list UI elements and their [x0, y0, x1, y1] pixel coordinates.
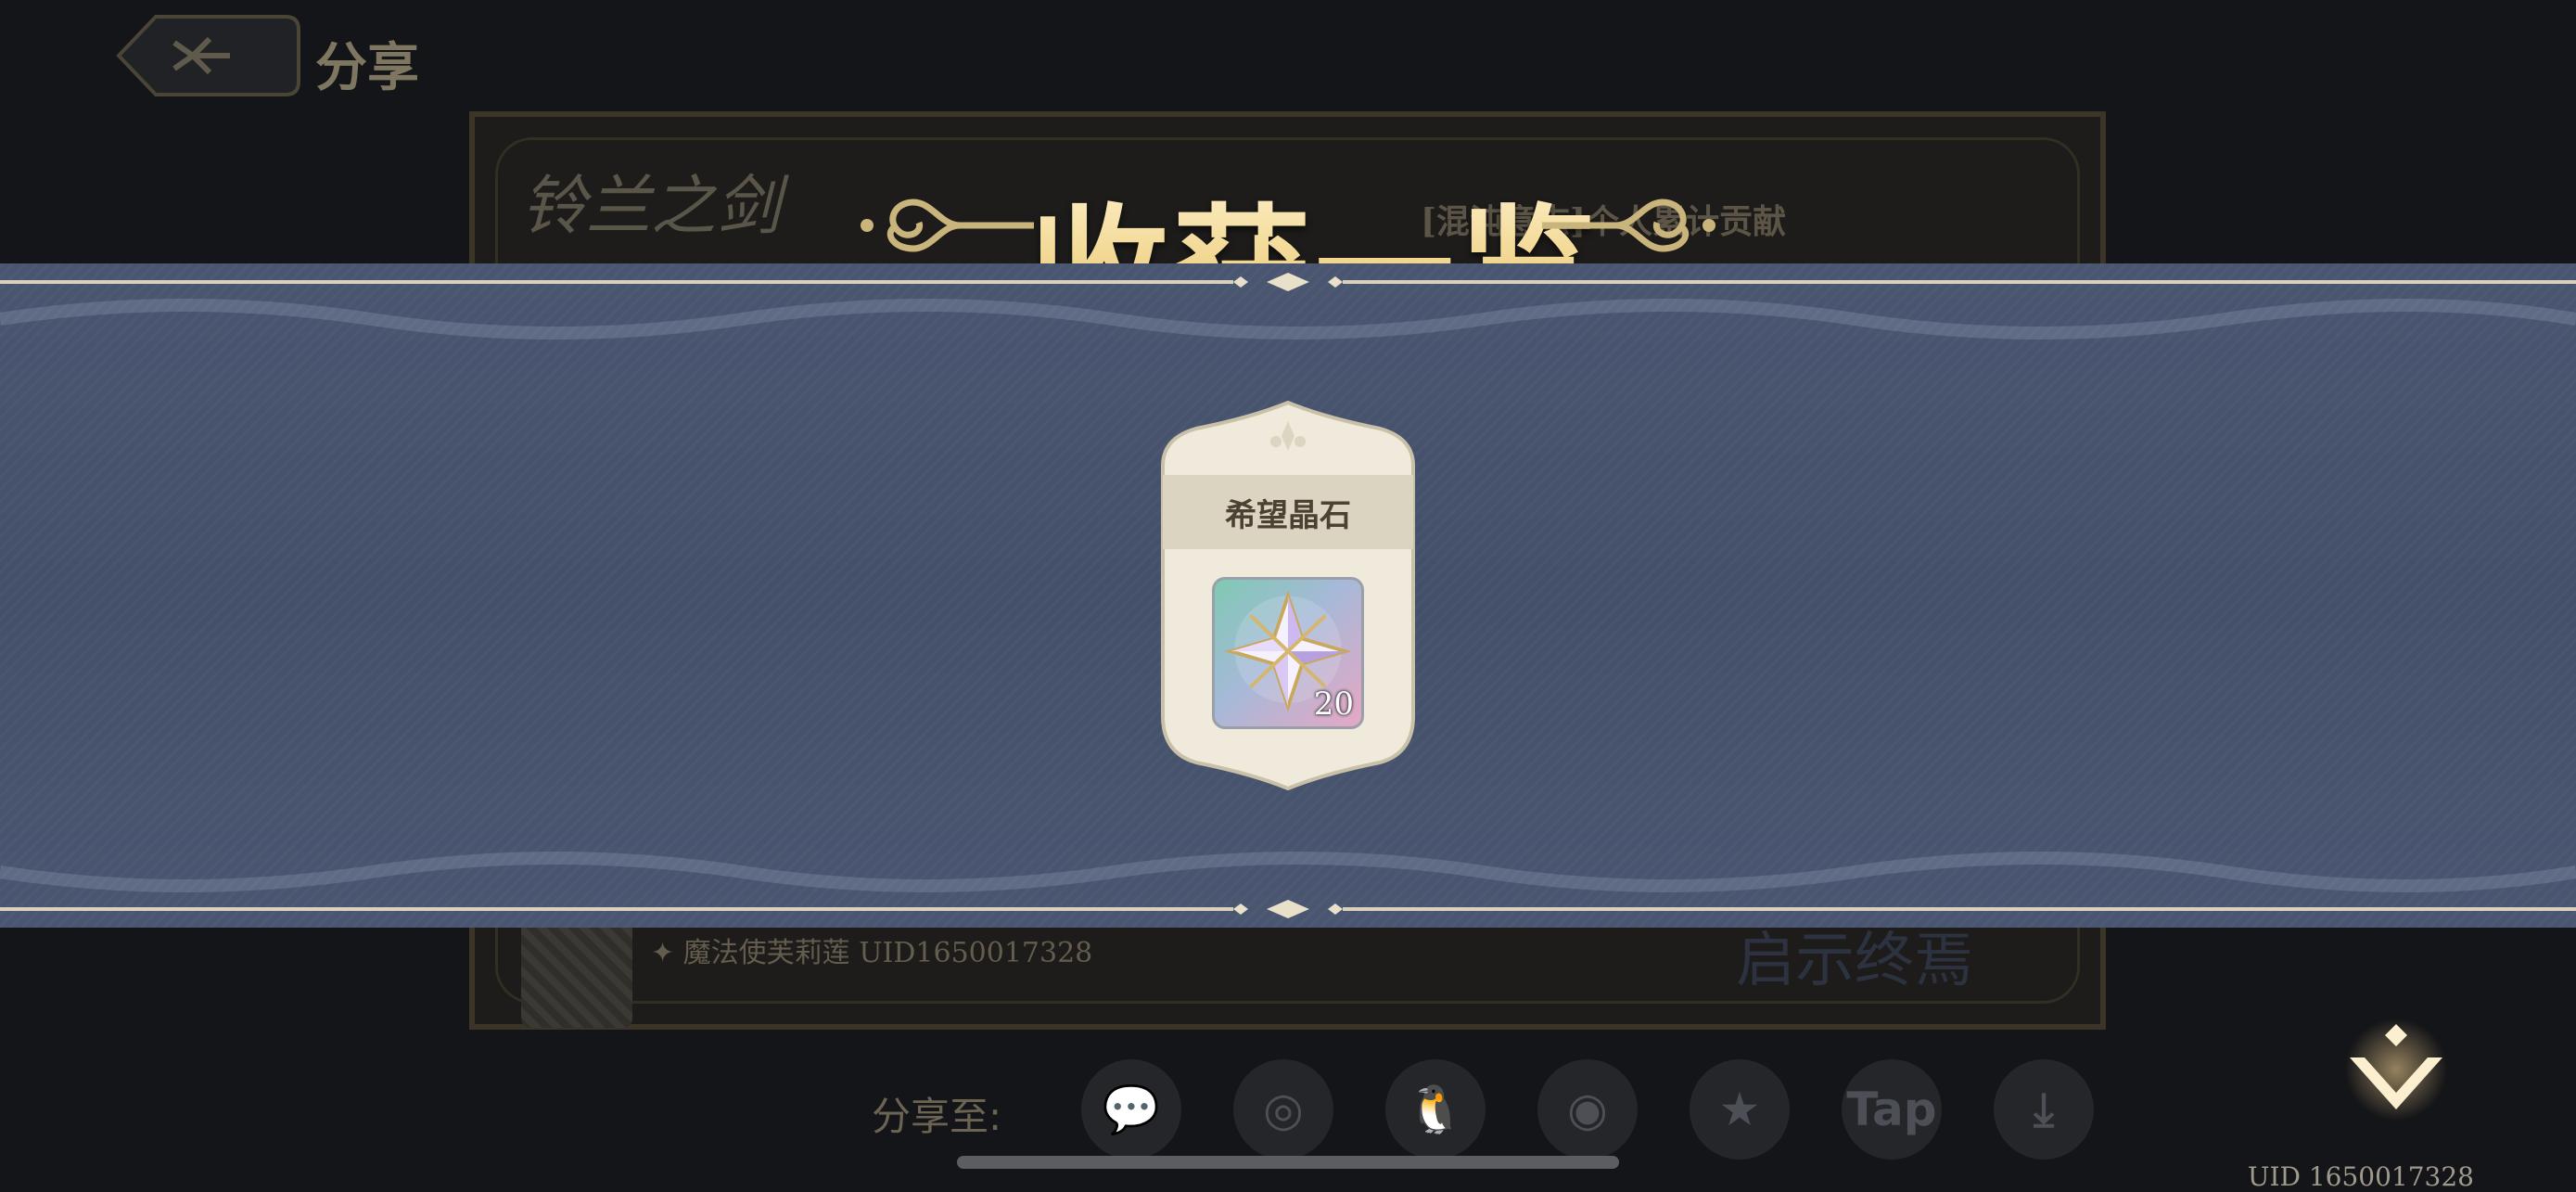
taptap-icon[interactable]: Tap	[1842, 1059, 1942, 1160]
share-targets: 💬 ◎ 🐧 ◉ ★ Tap ⤓	[1081, 1059, 2094, 1160]
item-name-bar: 希望晶石	[1163, 475, 1413, 549]
banner-bottom-ornament	[0, 852, 2576, 918]
uid-footer: UID 1650017328	[2247, 1161, 2474, 1192]
moments-icon[interactable]: ◎	[1233, 1059, 1333, 1160]
qzone-icon[interactable]: ★	[1690, 1059, 1790, 1160]
author-line: ✦ 魔法使芙莉莲 UID1650017328	[651, 937, 1093, 969]
right-flourish-icon	[1542, 199, 1715, 252]
download-icon[interactable]: ⤓	[1994, 1059, 2094, 1160]
banner-top-ornament	[0, 273, 2576, 340]
reward-item-card[interactable]: 希望晶石 20	[1159, 401, 1417, 790]
left-flourish-icon	[861, 199, 1034, 252]
chevron-down-icon	[2345, 1019, 2447, 1121]
hope-crystal-icon: 20	[1212, 577, 1364, 729]
qq-icon[interactable]: 🐧	[1385, 1059, 1486, 1160]
home-indicator	[957, 1156, 1619, 1169]
qr-code	[521, 916, 632, 1028]
item-name: 希望晶石	[1225, 496, 1351, 534]
item-quantity: 20	[1313, 686, 1354, 723]
wechat-icon[interactable]: 💬	[1081, 1059, 1181, 1160]
share-label: 分享至:	[872, 1094, 1002, 1139]
weibo-icon[interactable]: ◉	[1537, 1059, 1638, 1160]
collapse-button[interactable]	[2342, 1019, 2450, 1121]
overlay-title-area: 收获一览	[0, 82, 2576, 353]
